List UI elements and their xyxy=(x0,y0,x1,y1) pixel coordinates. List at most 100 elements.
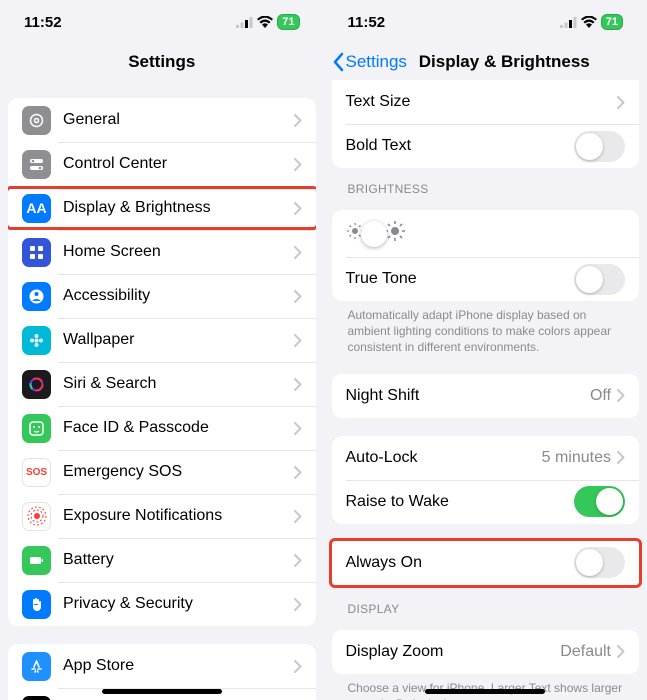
settings-list[interactable]: General Control Center AA Display & Brig… xyxy=(0,80,324,700)
always-on-row[interactable]: Always On xyxy=(332,541,640,585)
brightness-slider-row[interactable] xyxy=(332,210,640,257)
chevron-right-icon xyxy=(617,451,625,464)
sun-max-icon xyxy=(384,220,406,247)
display-header: DISPLAY xyxy=(332,588,640,620)
auto-lock-row[interactable]: Auto-Lock 5 minutes xyxy=(332,436,640,480)
status-time: 11:52 xyxy=(24,14,62,31)
battery-indicator: 71 xyxy=(601,14,623,30)
settings-row-appstore[interactable]: App Store xyxy=(8,644,316,688)
chevron-right-icon xyxy=(294,246,302,259)
page-title: Settings xyxy=(128,52,195,72)
wallet-icon xyxy=(22,696,51,700)
settings-row-face[interactable]: Face ID & Passcode xyxy=(8,406,316,450)
settings-row-flower[interactable]: Wallpaper xyxy=(8,318,316,362)
status-bar: 11:52 71 xyxy=(324,0,647,44)
true-tone-toggle[interactable] xyxy=(574,264,625,295)
always-on-toggle[interactable] xyxy=(574,547,625,578)
chevron-right-icon xyxy=(294,290,302,303)
row-label: Emergency SOS xyxy=(63,463,294,481)
gear-icon xyxy=(22,106,51,135)
night-shift-row[interactable]: Night Shift Off xyxy=(332,374,640,418)
row-value: Off xyxy=(590,387,611,405)
settings-row-gear[interactable]: General xyxy=(8,98,316,142)
siri-icon xyxy=(22,370,51,399)
row-label: Text Size xyxy=(346,93,618,111)
exposure-icon xyxy=(22,502,51,531)
settings-row-battery[interactable]: Battery xyxy=(8,538,316,582)
bold-text-toggle[interactable] xyxy=(574,131,625,162)
back-button[interactable]: Settings xyxy=(332,52,407,72)
chevron-right-icon xyxy=(617,96,625,109)
chevron-right-icon xyxy=(294,554,302,567)
chevron-right-icon xyxy=(617,389,625,402)
switches-icon xyxy=(22,150,51,179)
display-zoom-row[interactable]: Display Zoom Default xyxy=(332,630,640,674)
chevron-right-icon xyxy=(294,510,302,523)
display-settings-list[interactable]: Text Size Bold Text BRIGHTNESS xyxy=(324,80,647,700)
row-label: Bold Text xyxy=(346,137,575,155)
status-time: 11:52 xyxy=(348,14,386,31)
status-bar: 11:52 71 xyxy=(0,0,324,44)
cellular-signal-icon xyxy=(236,17,253,28)
raise-to-wake-toggle[interactable] xyxy=(574,486,625,517)
wifi-icon xyxy=(581,16,597,28)
hand-icon xyxy=(22,590,51,619)
battery-indicator: 71 xyxy=(277,14,299,30)
settings-row-exposure[interactable]: Exposure Notifications xyxy=(8,494,316,538)
settings-root-screen: 11:52 71 Settings General Control Center… xyxy=(0,0,324,700)
row-label: Privacy & Security xyxy=(63,595,294,613)
row-label: Accessibility xyxy=(63,287,294,305)
row-label: Display & Brightness xyxy=(63,199,294,217)
home-indicator[interactable] xyxy=(102,689,222,694)
chevron-right-icon xyxy=(294,598,302,611)
nav-bar: Settings xyxy=(0,44,324,80)
chevron-right-icon xyxy=(294,334,302,347)
sos-icon: SOS xyxy=(22,458,51,487)
true-tone-row[interactable]: True Tone xyxy=(332,257,640,301)
row-label: Battery xyxy=(63,551,294,569)
row-label: General xyxy=(63,111,294,129)
home-indicator[interactable] xyxy=(425,689,545,694)
appstore-icon xyxy=(22,652,51,681)
chevron-right-icon xyxy=(294,158,302,171)
cellular-signal-icon xyxy=(560,17,577,28)
chevron-right-icon xyxy=(294,202,302,215)
chevron-right-icon xyxy=(294,660,302,673)
display-brightness-screen: 11:52 71 Settings Display & Brightness T… xyxy=(324,0,647,700)
row-label: Wallpaper xyxy=(63,331,294,349)
row-value: Default xyxy=(560,643,611,661)
face-icon xyxy=(22,414,51,443)
row-label: Face ID & Passcode xyxy=(63,419,294,437)
chevron-right-icon xyxy=(294,422,302,435)
aa-icon: AA xyxy=(22,194,51,223)
settings-row-switches[interactable]: Control Center xyxy=(8,142,316,186)
row-label: Always On xyxy=(346,554,575,572)
chevron-right-icon xyxy=(294,466,302,479)
settings-row-sos[interactable]: SOS Emergency SOS xyxy=(8,450,316,494)
person-icon xyxy=(22,282,51,311)
bold-text-row[interactable]: Bold Text xyxy=(332,124,640,168)
row-label: True Tone xyxy=(346,270,575,288)
row-value: 5 minutes xyxy=(542,449,611,467)
row-label: App Store xyxy=(63,657,294,675)
row-label: Siri & Search xyxy=(63,375,294,393)
battery-icon xyxy=(22,546,51,575)
grid-icon xyxy=(22,238,51,267)
text-size-row[interactable]: Text Size xyxy=(332,80,640,124)
chevron-right-icon xyxy=(617,645,625,658)
row-label: Exposure Notifications xyxy=(63,507,294,525)
settings-row-grid[interactable]: Home Screen xyxy=(8,230,316,274)
chevron-right-icon xyxy=(294,114,302,127)
settings-row-person[interactable]: Accessibility xyxy=(8,274,316,318)
brightness-header: BRIGHTNESS xyxy=(332,168,640,200)
nav-bar: Settings Display & Brightness xyxy=(324,44,647,80)
settings-row-siri[interactable]: Siri & Search xyxy=(8,362,316,406)
settings-row-aa[interactable]: AA Display & Brightness xyxy=(8,186,316,230)
chevron-right-icon xyxy=(294,378,302,391)
row-label: Display Zoom xyxy=(346,643,561,661)
display-zoom-footer: Choose a view for iPhone. Larger Text sh… xyxy=(332,674,640,700)
true-tone-footer: Automatically adapt iPhone display based… xyxy=(332,301,640,356)
raise-to-wake-row[interactable]: Raise to Wake xyxy=(332,480,640,524)
row-label: Home Screen xyxy=(63,243,294,261)
settings-row-hand[interactable]: Privacy & Security xyxy=(8,582,316,626)
